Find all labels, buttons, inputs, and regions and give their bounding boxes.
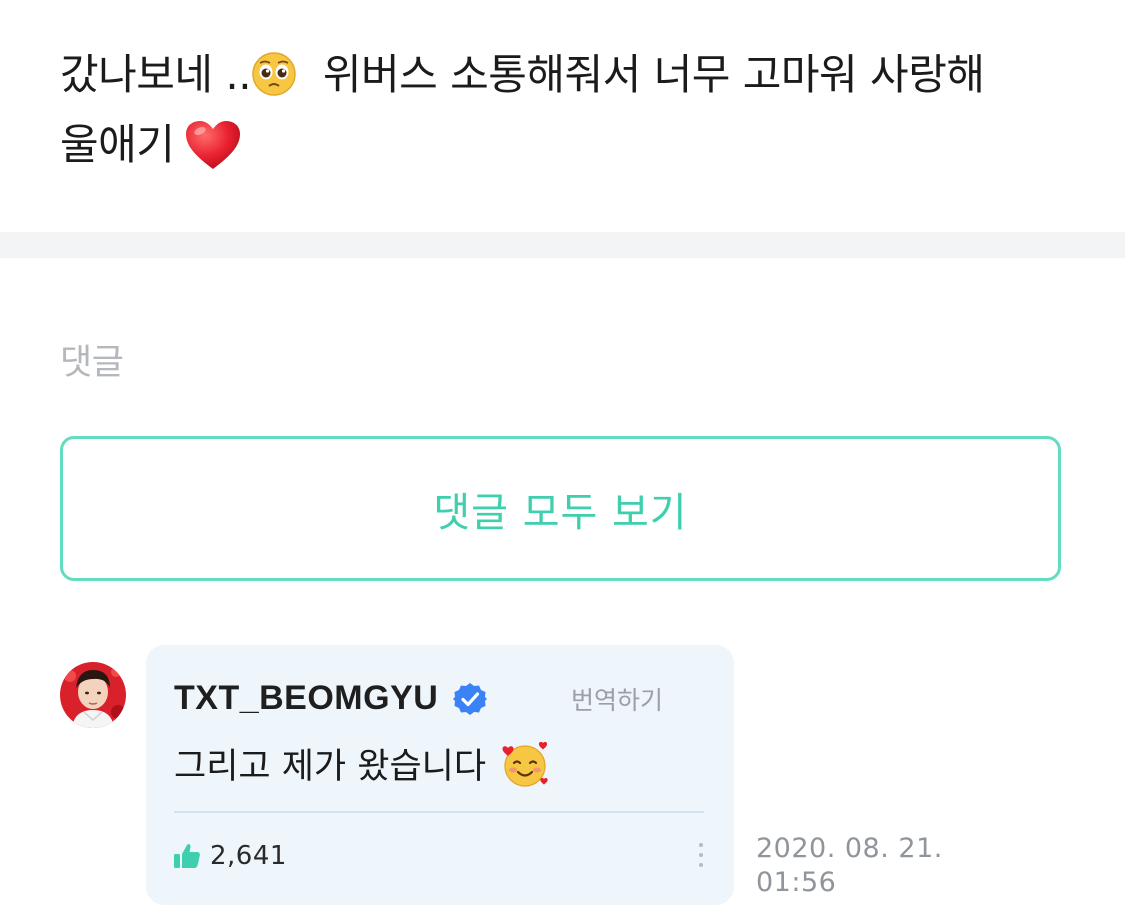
comment-author-row: TXT_BEOMGYU: [174, 679, 488, 718]
avatar-image: [60, 662, 126, 728]
comment-body: 그리고 제가 왔습니다: [174, 738, 550, 789]
thumbs-up-icon: [174, 844, 200, 868]
comment-time: 01:56: [756, 867, 837, 898]
more-options-icon[interactable]: [694, 843, 708, 873]
verified-badge-icon: [453, 682, 488, 715]
section-divider: [0, 232, 1125, 258]
post-body: 갔나보네 .. 위버스 소통해줘서 너무 고마워 사랑해울애기: [60, 40, 1090, 180]
translate-link[interactable]: 번역하기: [571, 681, 663, 717]
pleading-face-emoji-icon: [252, 51, 296, 96]
comment-divider: [174, 811, 704, 813]
comments-heading: 댓글: [60, 343, 124, 383]
weverse-post-page: 갔나보네 .. 위버스 소통해줘서 너무 고마워 사랑해 울애기 댓글 댓글 모…: [0, 0, 1125, 914]
like-button[interactable]: 2,641: [172, 841, 287, 871]
view-all-comments-button[interactable]: 댓글 모두 보기: [60, 436, 1061, 581]
comment-author-name[interactable]: TXT_BEOMGYU: [174, 679, 438, 718]
post-text-line2: 울애기: [60, 120, 175, 169]
like-count: 2,641: [210, 841, 287, 871]
avatar[interactable]: [60, 662, 126, 728]
post-text-line1-part1: 갔나보네 ..: [60, 50, 252, 99]
red-heart-emoji-icon: [186, 120, 241, 169]
smiling-face-with-hearts-emoji-icon: [502, 741, 548, 787]
comment-timestamp: 2020. 08. 21. 01:56: [756, 832, 943, 900]
comment-date: 2020. 08. 21.: [756, 833, 943, 864]
post-text-line1-part2: 위버스 소통해줘서 너무 고마워 사랑해: [322, 50, 985, 99]
comment-card: TXT_BEOMGYU 번역하기 그리고 제가 왔습니다 2,641: [146, 645, 734, 905]
comment-text: 그리고 제가 왔습니다: [174, 747, 487, 787]
